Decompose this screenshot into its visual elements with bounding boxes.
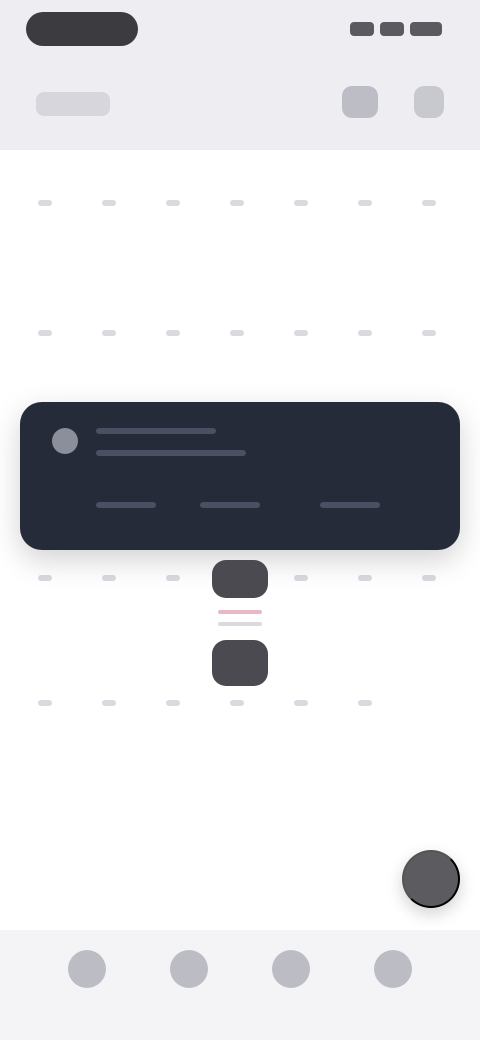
day-cell[interactable]	[422, 200, 436, 206]
day-cell[interactable]	[230, 330, 244, 336]
day-cell[interactable]	[102, 700, 116, 706]
picker-indicator	[218, 610, 262, 614]
status-time-pill	[26, 12, 138, 46]
search-icon[interactable]	[272, 950, 310, 988]
picker-bottom-block	[212, 640, 268, 686]
event-subtitle	[96, 450, 246, 456]
calendar-grid	[0, 150, 480, 950]
day-cell[interactable]	[38, 575, 52, 581]
status-icons	[350, 22, 442, 38]
add-event-button[interactable]	[402, 850, 460, 908]
day-cell[interactable]	[358, 575, 372, 581]
status-bar	[0, 0, 480, 60]
calendar-icon[interactable]	[170, 950, 208, 988]
battery-icon	[410, 22, 442, 36]
event-avatar	[52, 428, 78, 454]
day-cell[interactable]	[358, 700, 372, 706]
day-cell[interactable]	[294, 700, 308, 706]
home-icon[interactable]	[68, 950, 106, 988]
day-cell[interactable]	[294, 200, 308, 206]
day-cell[interactable]	[358, 200, 372, 206]
day-cell[interactable]	[294, 575, 308, 581]
event-title	[96, 428, 216, 434]
day-cell[interactable]	[166, 330, 180, 336]
day-cell[interactable]	[422, 330, 436, 336]
calendar-row	[0, 330, 480, 350]
picker-top-block	[212, 560, 268, 598]
calendar-row	[0, 200, 480, 220]
page-title	[36, 92, 110, 116]
event-detail	[200, 502, 260, 508]
profile-icon[interactable]	[374, 950, 412, 988]
day-cell[interactable]	[166, 200, 180, 206]
day-cell[interactable]	[102, 575, 116, 581]
header	[0, 72, 480, 136]
day-cell[interactable]	[38, 330, 52, 336]
day-cell[interactable]	[38, 700, 52, 706]
day-cell[interactable]	[166, 575, 180, 581]
person-icon[interactable]	[342, 86, 378, 118]
day-cell[interactable]	[422, 575, 436, 581]
day-cell[interactable]	[102, 200, 116, 206]
picker-indicator	[218, 622, 262, 626]
selected-day-picker[interactable]	[204, 560, 274, 690]
event-card[interactable]	[20, 402, 460, 550]
day-cell[interactable]	[166, 700, 180, 706]
day-cell[interactable]	[294, 330, 308, 336]
day-cell[interactable]	[358, 330, 372, 336]
bottom-tab-bar	[0, 930, 480, 1040]
calendar-row	[0, 700, 480, 720]
signal-icon	[350, 22, 374, 36]
menu-icon[interactable]	[414, 86, 444, 118]
day-cell[interactable]	[230, 200, 244, 206]
day-cell[interactable]	[230, 700, 244, 706]
event-detail	[96, 502, 156, 508]
day-cell[interactable]	[38, 200, 52, 206]
wifi-icon	[380, 22, 404, 36]
event-detail	[320, 502, 380, 508]
day-cell[interactable]	[102, 330, 116, 336]
